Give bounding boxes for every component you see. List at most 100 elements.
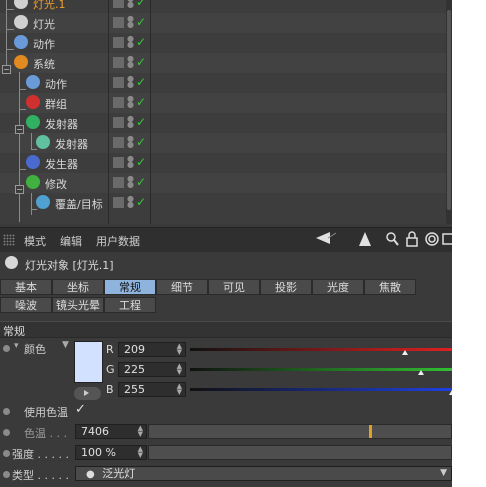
intensity-input[interactable]: 100 % ▲ ▼ — [75, 445, 147, 460]
enabled-check-icon[interactable]: ✓ — [136, 95, 146, 109]
channel-slider-handle[interactable] — [417, 370, 424, 375]
type-dropdown[interactable]: ● 泛光灯 ▼ — [75, 466, 452, 481]
tab[interactable]: 细节 — [156, 279, 208, 295]
arrow-up-icon[interactable] — [358, 231, 372, 251]
visibility-dots-icon[interactable]: ●● — [127, 115, 134, 130]
expand-arrow-icon[interactable]: ▾ — [14, 341, 19, 351]
tab[interactable]: 噪波 — [0, 297, 52, 313]
search-icon[interactable] — [385, 231, 399, 251]
object-row[interactable]: 系统 ● ● ✓ — [0, 53, 452, 73]
enabled-check-icon[interactable]: ✓ — [136, 55, 146, 69]
object-row[interactable]: 动作 ● ● ✓ — [0, 73, 452, 93]
visibility-dots-icon[interactable]: ●● — [127, 55, 134, 70]
object-row[interactable]: 发射器 ● ● ✓ — [0, 113, 452, 133]
layer-icon[interactable] — [113, 0, 124, 8]
tab[interactable]: 投影 — [260, 279, 312, 295]
temperature-slider[interactable] — [148, 424, 452, 439]
menu-mode[interactable]: 模式 — [24, 233, 46, 249]
object-row[interactable]: 覆盖/目标 ● ● ✓ — [0, 193, 452, 213]
target-icon[interactable] — [424, 231, 440, 251]
color-mode-arrow-icon[interactable]: ▼ — [62, 340, 69, 350]
channel-slider[interactable] — [190, 348, 452, 351]
layer-icon[interactable] — [113, 17, 124, 28]
enabled-check-icon[interactable]: ✓ — [136, 0, 146, 9]
visibility-dots-icon[interactable]: ●● — [127, 135, 134, 150]
enabled-check-icon[interactable]: ✓ — [136, 115, 146, 129]
object-row[interactable]: 群组 ● ● ✓ — [0, 93, 452, 113]
enabled-check-icon[interactable]: ✓ — [136, 15, 146, 29]
tree-collapse-icon[interactable]: − — [2, 65, 11, 74]
visibility-dots-icon[interactable]: ●● — [127, 195, 134, 210]
vertical-scrollbar[interactable] — [446, 0, 452, 224]
keyframe-dot[interactable] — [3, 471, 10, 478]
visibility-dots-icon[interactable]: ●● — [127, 175, 134, 190]
keyframe-dot[interactable] — [3, 345, 10, 352]
temperature-slider-handle[interactable] — [369, 425, 373, 438]
object-row[interactable]: 灯光.1 ●●✓ — [0, 0, 452, 13]
arrow-back-icon[interactable] — [314, 231, 337, 249]
enabled-check-icon[interactable]: ✓ — [136, 155, 146, 169]
temperature-input[interactable]: 7406 ▲ ▼ — [75, 424, 147, 439]
enabled-check-icon[interactable]: ✓ — [136, 75, 146, 89]
layer-icon[interactable] — [113, 97, 124, 108]
channel-input[interactable]: 209 ▲ ▼ — [118, 342, 186, 357]
object-row[interactable]: 发射器 ● ● ✓ — [0, 133, 452, 153]
visibility-dots-icon[interactable]: ●● — [127, 95, 134, 110]
layer-icon[interactable] — [113, 117, 124, 128]
channel-input[interactable]: 255 ▲ ▼ — [118, 382, 186, 397]
layer-icon[interactable] — [113, 137, 124, 148]
object-row[interactable]: 灯光 ● ● ✓ — [0, 13, 452, 33]
layer-icon[interactable] — [113, 77, 124, 88]
keyframe-dot[interactable] — [3, 429, 10, 436]
tab[interactable]: 镜头光晕 — [52, 297, 104, 313]
intensity-slider[interactable] — [148, 445, 452, 460]
object-row[interactable]: 动作 ● ● ✓ — [0, 33, 452, 53]
keyframe-dot[interactable] — [3, 450, 10, 457]
spinner-icon[interactable]: ▲ ▼ — [138, 446, 143, 459]
tab[interactable]: 焦散 — [364, 279, 416, 295]
lock-icon[interactable] — [406, 231, 418, 251]
visibility-dots-icon[interactable]: ●● — [127, 155, 134, 170]
color-swatch[interactable] — [74, 341, 103, 383]
layer-icon[interactable] — [113, 177, 124, 188]
panel-grip-icon[interactable] — [3, 234, 15, 246]
color-mode-button[interactable] — [74, 387, 101, 400]
spinner-icon[interactable]: ▲ ▼ — [138, 425, 143, 438]
tab[interactable]: 光度 — [312, 279, 364, 295]
layer-icon[interactable] — [113, 37, 124, 48]
enabled-check-icon[interactable]: ✓ — [136, 135, 146, 149]
menu-user-data[interactable]: 用户数据 — [96, 233, 140, 249]
channel-slider[interactable] — [190, 388, 452, 391]
visibility-dots-icon[interactable]: ●● — [127, 75, 134, 90]
tab[interactable]: 基本 — [0, 279, 52, 295]
spinner-icon[interactable]: ▲ ▼ — [177, 383, 182, 396]
layer-icon[interactable] — [113, 57, 124, 68]
enabled-check-icon[interactable]: ✓ — [136, 195, 146, 209]
tab[interactable]: 可见 — [208, 279, 260, 295]
layer-icon[interactable] — [113, 197, 124, 208]
enabled-check-icon[interactable]: ✓ — [136, 175, 146, 189]
scrollbar-thumb[interactable] — [447, 10, 451, 210]
keyframe-dot[interactable] — [3, 408, 10, 415]
object-row[interactable]: 修改 ● ● ✓ — [0, 173, 452, 193]
new-window-icon[interactable] — [442, 231, 452, 251]
channel-slider[interactable] — [190, 368, 452, 371]
enabled-check-icon[interactable]: ✓ — [136, 35, 146, 49]
visibility-dots-icon[interactable]: ●● — [127, 0, 134, 10]
tree-collapse-icon[interactable]: − — [15, 125, 24, 134]
menu-edit[interactable]: 编辑 — [60, 233, 82, 249]
layer-icon[interactable] — [113, 157, 124, 168]
spinner-icon[interactable]: ▲ ▼ — [177, 343, 182, 356]
visibility-dots-icon[interactable]: ●● — [127, 35, 134, 50]
spinner-icon[interactable]: ▲ ▼ — [177, 363, 182, 376]
tab[interactable]: 坐标 — [52, 279, 104, 295]
visibility-dots-icon[interactable]: ●● — [127, 15, 134, 30]
channel-slider-handle[interactable] — [401, 350, 408, 355]
tree-collapse-icon[interactable]: − — [15, 185, 24, 194]
channel-slider-handle[interactable] — [449, 390, 452, 395]
object-row[interactable]: 发生器 ● ● ✓ — [0, 153, 452, 173]
tab[interactable]: 工程 — [104, 297, 156, 313]
channel-input[interactable]: 225 ▲ ▼ — [118, 362, 186, 377]
tab[interactable]: 常规 — [104, 279, 156, 295]
use-temperature-checkbox[interactable]: ✓ — [75, 402, 86, 417]
